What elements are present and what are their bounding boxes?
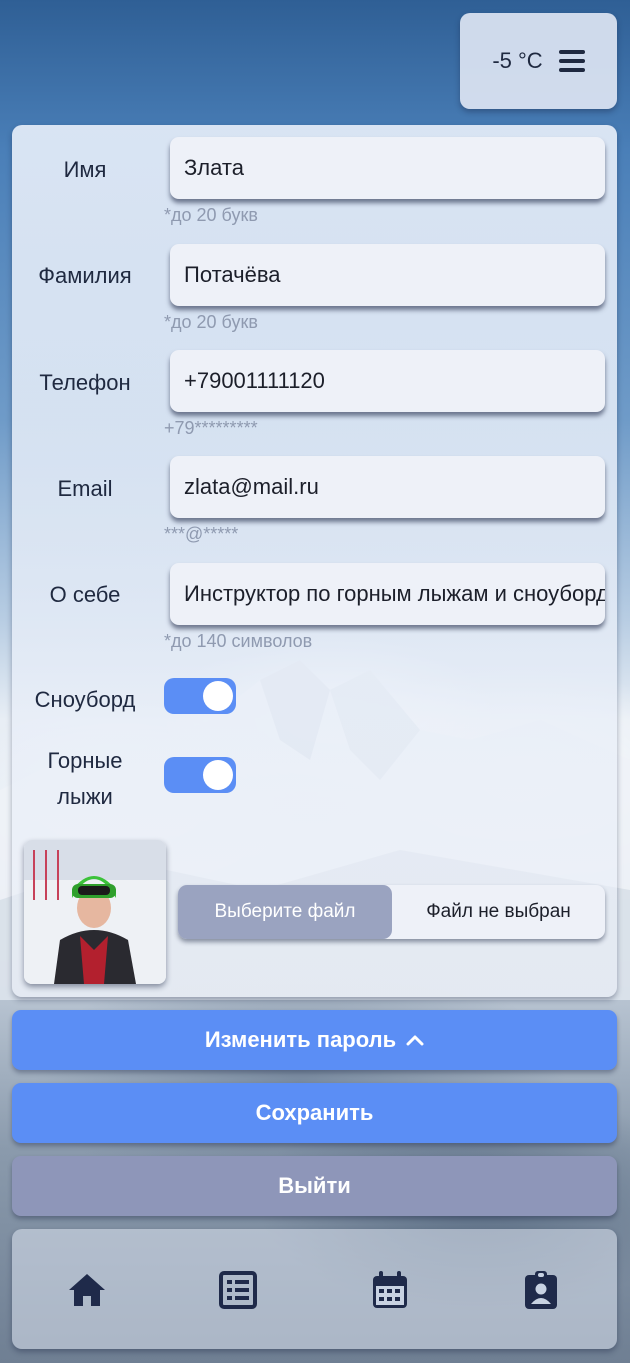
email-label: Email [57,476,113,501]
phone-hint: +79********* [164,418,258,438]
logout-label: Выйти [278,1173,351,1198]
phone-label: Телефон [39,370,131,395]
ski-toggle[interactable] [164,757,236,793]
save-label: Сохранить [255,1100,374,1125]
menu-icon[interactable] [558,50,585,72]
first-name-label: Имя [63,157,107,182]
about-label: О себе [49,582,121,607]
profile-form: Имя Злата *до 20 букв Фамилия Потачёва *… [12,125,617,997]
snowboard-label: Сноуборд [34,687,136,712]
about-input[interactable]: Инструктор по горным лыжам и сноуборду [170,563,605,625]
toggle-knob [203,760,233,790]
change-password-button[interactable]: Изменить пароль [12,1010,617,1070]
choose-file-button[interactable]: Выберите файл [178,885,392,939]
file-picker[interactable]: Выберите файл Файл не выбран [178,885,605,939]
file-status: Файл не выбран [426,901,571,922]
change-password-label: Изменить пароль [204,1027,397,1052]
snowboard-toggle[interactable] [164,678,236,714]
save-button[interactable]: Сохранить [12,1083,617,1143]
temperature-label: -5 °C [492,48,543,73]
last-name-hint: *до 20 букв [164,312,258,332]
ski-label-line1: Горные [47,748,123,773]
profile-badge-icon[interactable] [521,1270,561,1310]
avatar [24,840,166,984]
email-hint: ***@***** [164,524,239,544]
phone-input[interactable]: +79001111120 [170,350,605,412]
last-name-label: Фамилия [38,263,132,288]
email-input[interactable]: zlata@mail.ru [170,456,605,518]
ski-label-line2: лыжи [57,784,113,809]
first-name-hint: *до 20 букв [164,205,258,225]
toggle-knob [203,681,233,711]
weather-widget[interactable]: -5 °C [460,13,617,109]
calendar-icon[interactable] [370,1270,410,1310]
about-hint: *до 140 символов [164,631,313,651]
bottom-navigation [12,1229,617,1349]
home-icon[interactable] [67,1270,107,1310]
logout-button[interactable]: Выйти [12,1156,617,1216]
chevron-up-icon [406,1035,424,1046]
list-icon[interactable] [218,1270,258,1310]
last-name-input[interactable]: Потачёва [170,244,605,306]
first-name-input[interactable]: Злата [170,137,605,199]
